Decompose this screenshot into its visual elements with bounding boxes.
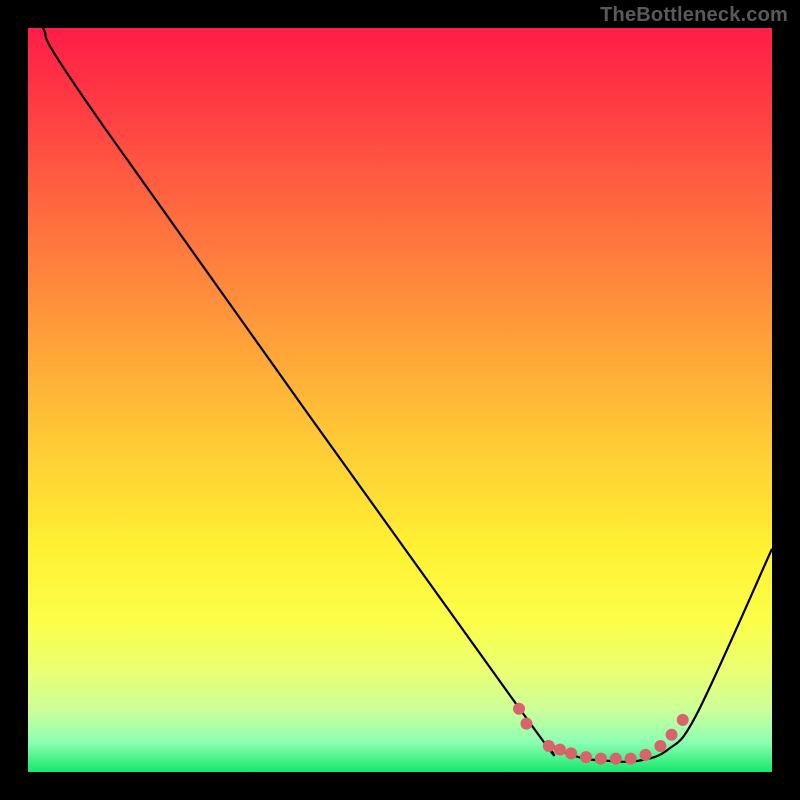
bottleneck-chart bbox=[0, 0, 800, 800]
highlight-marker bbox=[654, 740, 666, 752]
plot-background bbox=[28, 28, 772, 772]
chart-container: TheBottleneck.com bbox=[0, 0, 800, 800]
highlight-marker bbox=[625, 753, 637, 765]
highlight-marker bbox=[677, 714, 689, 726]
highlight-marker bbox=[610, 753, 622, 765]
highlight-marker bbox=[554, 744, 566, 756]
highlight-marker bbox=[565, 747, 577, 759]
highlight-marker bbox=[513, 703, 525, 715]
highlight-marker bbox=[595, 753, 607, 765]
watermark-label: TheBottleneck.com bbox=[600, 4, 788, 27]
highlight-marker bbox=[543, 740, 555, 752]
highlight-marker bbox=[520, 718, 532, 730]
highlight-marker bbox=[640, 749, 652, 761]
highlight-marker bbox=[580, 751, 592, 763]
highlight-marker bbox=[666, 729, 678, 741]
